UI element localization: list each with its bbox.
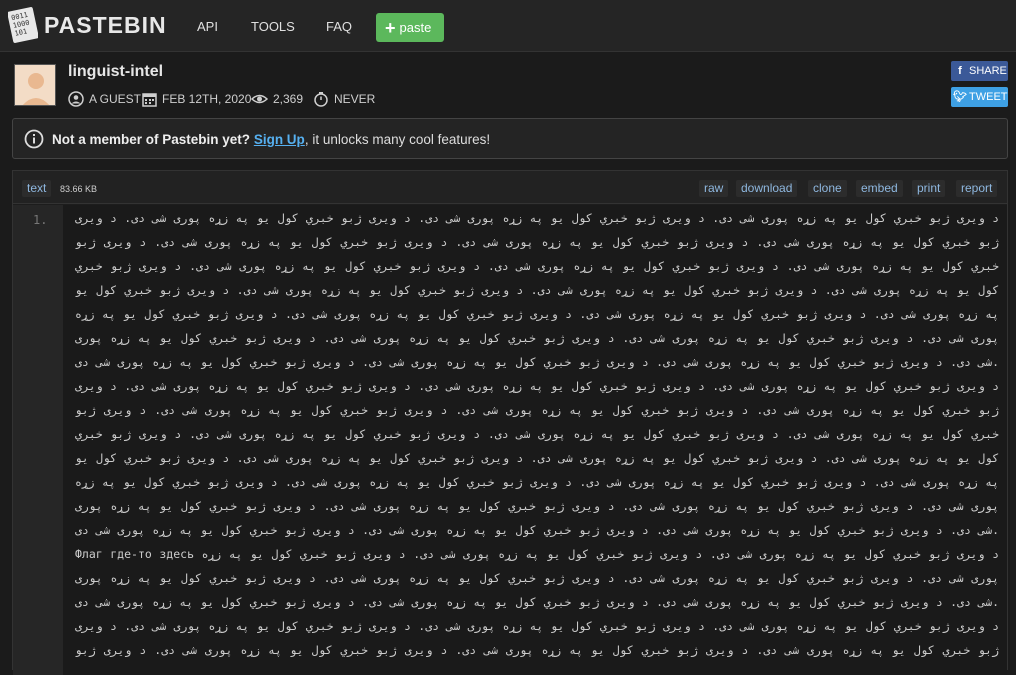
code-line: شی دی. د ویری ژبو خبري کول یو په زړه پور… <box>75 523 999 537</box>
author-name[interactable]: A GUEST <box>89 92 141 106</box>
new-paste-button[interactable]: + paste <box>376 13 444 42</box>
paste-date: FEB 12TH, 2020 <box>162 92 252 106</box>
code-line: د ویری ژبو خبري کول یو په زړه پوری شی دی… <box>75 379 999 393</box>
twitter-icon: 🐦︎ <box>953 91 967 103</box>
code-line: د ویری ژبو خبري کول یو په زړه پوری شی دی… <box>75 619 999 633</box>
facebook-share-button[interactable]: f SHARE <box>951 61 1008 81</box>
code-line: پوری شی دی. د ویری ژبو خبري کول یو په زړ… <box>75 571 999 585</box>
top-navigation-bar: 0011 1000 101 PASTEBIN API TOOLS FAQ + pa… <box>0 0 1016 52</box>
twitter-share-label: TWEET <box>969 91 1008 103</box>
nav-tools[interactable]: TOOLS <box>251 19 295 34</box>
download-button[interactable]: download <box>736 180 798 197</box>
notice-question: Not a member of Pastebin yet? <box>52 132 251 147</box>
code-line: Флаг где-то здесь د ویری ژبو خبري کول یو… <box>75 547 999 561</box>
meta-author: A GUEST <box>68 91 141 107</box>
code-line: ژبو خبري کول یو په زړه پوری شی دی. د ویر… <box>75 403 999 417</box>
facebook-icon: f <box>958 65 962 77</box>
code-line: شی دی. د ویری ژبو خبري کول یو په زړه پور… <box>75 595 999 609</box>
code-line: د ویری ژبو خبري کول یو په زړه پوری شی دی… <box>75 211 999 225</box>
clone-button[interactable]: clone <box>808 180 847 197</box>
meta-views: 2,369 <box>251 91 303 107</box>
code-line: خبري کول یو په زړه پوری شی دی. د ویری ژب… <box>75 427 999 441</box>
plus-icon: + <box>385 18 396 38</box>
new-paste-label: paste <box>399 20 432 35</box>
code-line: پوری شی دی. د ویری ژبو خبري کول یو په زړ… <box>75 331 999 345</box>
report-button[interactable]: report <box>956 180 998 197</box>
embed-button[interactable]: embed <box>856 180 903 197</box>
code-line: په زړه پوری شی دی. د ویری ژبو خبري کول ی… <box>75 307 999 321</box>
calendar-icon <box>142 93 157 107</box>
code-line: خبري کول یو په زړه پوری شی دی. د ویری ژب… <box>75 259 999 273</box>
code-line: شی دی. د ویری ژبو خبري کول یو په زړه پور… <box>75 355 999 369</box>
signup-notice: Not a member of Pastebin yet? Sign Up, i… <box>12 118 1008 159</box>
code-line: پوری شی دی. د ویری ژبو خبري کول یو په زړ… <box>75 499 999 513</box>
line-number: 1. <box>33 213 48 227</box>
paste-title: linguist-intel <box>68 63 164 80</box>
line-number-gutter <box>13 205 63 675</box>
code-line: کول یو په زړه پوری شی دی. د ویری ژبو خبر… <box>75 283 999 297</box>
facebook-share-label: SHARE <box>969 65 1007 77</box>
code-line: کول یو په زړه پوری شی دی. د ویری ژبو خبر… <box>75 451 999 465</box>
twitter-share-button[interactable]: 🐦︎ TWEET <box>951 87 1008 107</box>
timer-icon <box>314 92 328 107</box>
info-icon <box>24 129 44 149</box>
meta-expiration: NEVER <box>313 91 375 107</box>
print-button[interactable]: print <box>912 180 946 197</box>
raw-button[interactable]: raw <box>699 180 729 197</box>
eye-icon <box>251 94 268 104</box>
signup-link[interactable]: Sign Up <box>254 132 305 147</box>
syntax-badge[interactable]: text <box>22 180 52 197</box>
code-line: ژبو خبري کول یو په زړه پوری شی دی. د ویر… <box>75 643 999 657</box>
nav-faq[interactable]: FAQ <box>326 19 352 34</box>
meta-date: FEB 12TH, 2020 <box>142 91 251 107</box>
avatar <box>14 64 56 106</box>
code-toolbar: text 83.66 KB raw download clone embed p… <box>13 171 1007 204</box>
pastebin-logo-icon[interactable]: 0011 1000 101 <box>8 7 38 43</box>
paste-size: 83.66 KB <box>60 184 98 194</box>
logo-text[interactable]: PASTEBIN <box>44 12 167 39</box>
expiration-value: NEVER <box>334 92 376 106</box>
notice-rest: , it unlocks many cool features! <box>304 132 491 147</box>
code-content[interactable]: د ویری ژبو خبري کول یو په زړه پوری شی دی… <box>63 205 1007 675</box>
view-count: 2,369 <box>273 92 304 106</box>
user-icon <box>68 91 84 107</box>
nav-api[interactable]: API <box>197 19 218 34</box>
code-line: په زړه پوری شی دی. د ویری ژبو خبري کول ی… <box>75 475 999 489</box>
paste-code-box: text 83.66 KB raw download clone embed p… <box>12 170 1008 675</box>
code-line: ژبو خبري کول یو په زړه پوری شی دی. د ویر… <box>75 235 999 249</box>
notice-text: Not a member of Pastebin yet? Sign Up, i… <box>52 132 490 147</box>
